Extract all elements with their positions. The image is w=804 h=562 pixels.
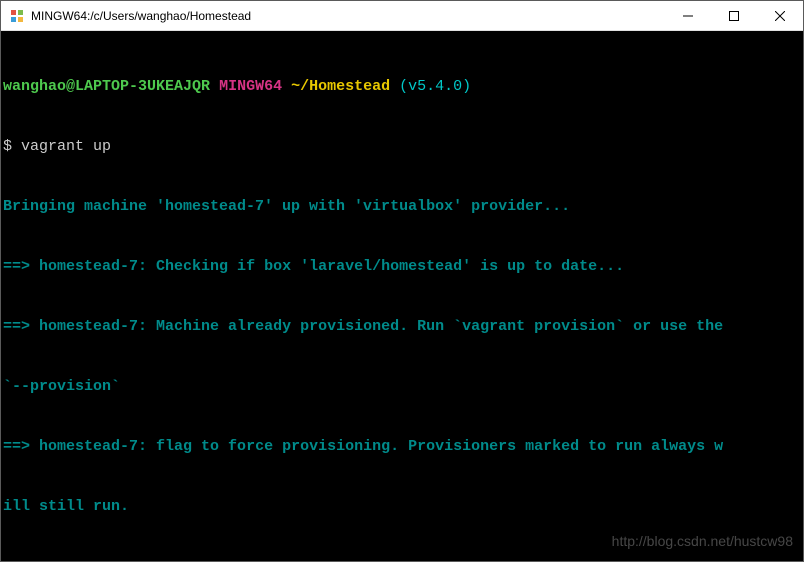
terminal-window: MINGW64:/c/Users/wanghao/Homestead wangh…: [0, 0, 804, 562]
prompt-line: wanghao@LAPTOP-3UKEAJQR MINGW64 ~/Homest…: [3, 77, 801, 97]
output-line: ill still run.: [3, 497, 801, 517]
terminal-body[interactable]: wanghao@LAPTOP-3UKEAJQR MINGW64 ~/Homest…: [1, 31, 803, 561]
arrow-icon: ==>: [3, 318, 39, 335]
window-title: MINGW64:/c/Users/wanghao/Homestead: [31, 9, 665, 23]
machine-name: homestead-7:: [39, 258, 147, 275]
output-line: ==> homestead-7: Machine already provisi…: [3, 317, 801, 337]
titlebar[interactable]: MINGW64:/c/Users/wanghao/Homestead: [1, 1, 803, 31]
arrow-icon: ==>: [3, 438, 39, 455]
machine-name: homestead-7:: [39, 438, 147, 455]
typed-command: vagrant up: [21, 138, 111, 155]
window-controls: [665, 1, 803, 30]
prompt-symbol: $: [3, 138, 12, 155]
output-text: flag to force provisioning. Provisioners…: [147, 438, 723, 455]
app-icon: [9, 8, 25, 24]
command-line: $ vagrant up: [3, 137, 801, 157]
output-line: ==> homestead-7: Checking if box 'larave…: [3, 257, 801, 277]
close-button[interactable]: [757, 1, 803, 30]
prompt-version: (v5.4.0): [399, 78, 471, 95]
maximize-button[interactable]: [711, 1, 757, 30]
blank-line: [3, 557, 801, 561]
prompt-path: ~/Homestead: [291, 78, 390, 95]
output-text: Checking if box 'laravel/homestead' is u…: [147, 258, 624, 275]
output-line: ==> homestead-7: flag to force provision…: [3, 437, 801, 457]
prompt-env: MINGW64: [219, 78, 282, 95]
output-text: Machine already provisioned. Run `vagran…: [147, 318, 723, 335]
machine-name: homestead-7:: [39, 318, 147, 335]
output-line: Bringing machine 'homestead-7' up with '…: [3, 197, 801, 217]
minimize-button[interactable]: [665, 1, 711, 30]
output-line: `--provision`: [3, 377, 801, 397]
watermark: http://blog.csdn.net/hustcw98: [612, 531, 793, 551]
arrow-icon: ==>: [3, 258, 39, 275]
prompt-user: wanghao@LAPTOP-3UKEAJQR: [3, 78, 210, 95]
